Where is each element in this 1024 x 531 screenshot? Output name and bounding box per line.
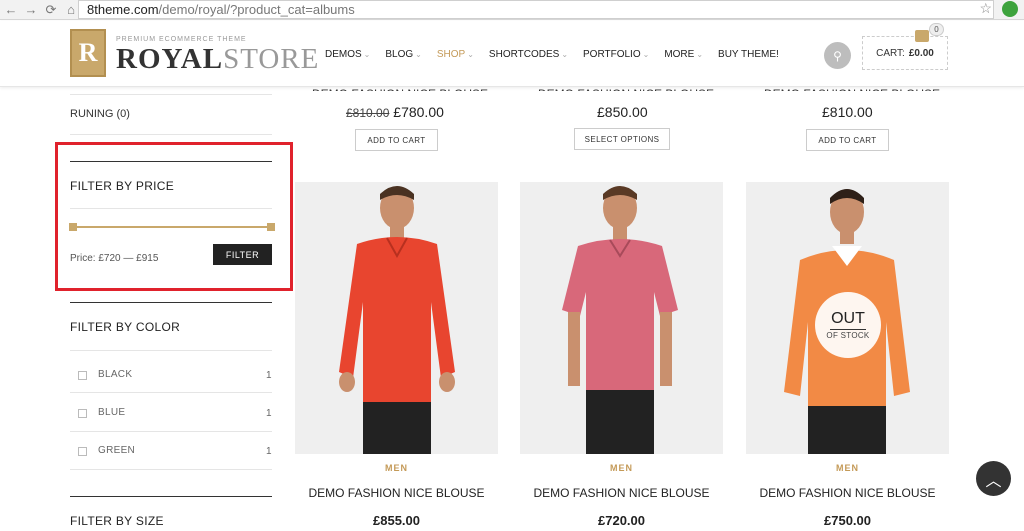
main-menu: DEMOS ⌄ BLOG ⌄ SHOP ⌄ SHORTCODES ⌄ PORTFOLIO…	[325, 49, 794, 60]
product-name[interactable]: DEMO FASHION NICE BLOUSE	[295, 486, 498, 500]
filter-color-title: FILTER BY COLOR	[70, 320, 181, 334]
highlight-box	[55, 142, 293, 291]
color-checkbox-black[interactable]	[78, 371, 87, 380]
extension-icon[interactable]	[1002, 1, 1018, 17]
menu-item-buy-theme[interactable]: BUY THEME!	[718, 49, 779, 60]
menu-item-more[interactable]: MORE ⌄	[664, 49, 703, 60]
category-running[interactable]: RUNING (0)	[70, 108, 130, 120]
divider	[70, 431, 272, 432]
divider	[70, 392, 272, 393]
menu-item-shortcodes[interactable]: SHORTCODES ⌄	[489, 49, 568, 60]
divider	[70, 350, 272, 351]
menu-item-blog[interactable]: BLOG ⌄	[385, 49, 422, 60]
add-to-cart-button[interactable]: ADD TO CART	[806, 129, 889, 151]
product-price: £720.00	[598, 513, 645, 528]
color-count: 1	[266, 446, 272, 457]
logo-letter: R	[78, 38, 98, 67]
product-name[interactable]: DEMO FASHION NICE BLOUSE	[746, 486, 949, 500]
menu-item-portfolio[interactable]: PORTFOLIO ⌄	[583, 49, 649, 60]
forward-arrow-icon[interactable]: →	[22, 1, 40, 19]
product-category[interactable]: MEN	[746, 463, 949, 473]
chevron-down-icon: ⌄	[363, 50, 371, 59]
product-image[interactable]	[520, 182, 723, 454]
product-price: £850.00	[597, 104, 648, 120]
bookmark-star-icon[interactable]: ☆	[979, 0, 992, 17]
chevron-down-icon: ⌄	[415, 50, 422, 59]
product-price: £810.00 £780.00	[346, 104, 444, 120]
browser-toolbar: ← → ⟳ ⌂ 8theme.com/demo/royal/?product_c…	[0, 0, 1024, 20]
product-title-cut[interactable]: DEMO FASHION NICE BLOUSE	[312, 87, 488, 91]
divider	[70, 134, 272, 135]
logo-store: STORE	[223, 43, 320, 75]
product-price: £810.00	[822, 104, 873, 120]
widget-rule	[70, 302, 272, 303]
product-category[interactable]: MEN	[295, 463, 498, 473]
back-arrow-icon[interactable]: ←	[2, 1, 20, 19]
cart-label: CART:	[876, 47, 905, 59]
reload-icon[interactable]: ⟳	[42, 1, 60, 19]
color-label[interactable]: BLUE	[98, 407, 125, 418]
product-title-cut[interactable]: DEMO FASHION NICE BLOUSE	[764, 87, 940, 91]
out-label: OUT	[831, 310, 865, 327]
cart-button[interactable]: CART: £0.00	[862, 36, 948, 70]
old-price: £810.00	[346, 106, 390, 120]
logo-royal: ROYAL	[116, 43, 224, 75]
product-category[interactable]: MEN	[520, 463, 723, 473]
chevron-down-icon: ⌄	[467, 50, 474, 59]
divider	[70, 469, 272, 470]
sale-price: £780.00	[393, 104, 444, 120]
cart-count-badge: 0	[929, 23, 944, 36]
product-price: £750.00	[824, 513, 871, 528]
color-checkbox-blue[interactable]	[78, 409, 87, 418]
chevron-down-icon: ⌄	[642, 50, 650, 59]
logo-wordmark[interactable]: ROYALSTORE	[116, 43, 319, 76]
menu-item-demos[interactable]: DEMOS ⌄	[325, 49, 370, 60]
select-options-button[interactable]: SELECT OPTIONS	[574, 128, 670, 150]
color-count: 1	[266, 370, 272, 381]
search-icon[interactable]: ⚲	[824, 42, 851, 69]
add-to-cart-button[interactable]: ADD TO CART	[355, 129, 438, 151]
stock-label: OF STOCK	[826, 331, 870, 340]
product-name[interactable]: DEMO FASHION NICE BLOUSE	[520, 486, 723, 500]
filter-size-title: FILTER BY SIZE	[70, 514, 164, 528]
scroll-to-top-chevron-up-icon[interactable]: ︿	[976, 461, 1011, 496]
product-image[interactable]	[295, 182, 498, 454]
url-path: /demo/royal/?product_cat=albums	[158, 2, 355, 17]
divider	[70, 94, 272, 95]
color-label[interactable]: BLACK	[98, 369, 132, 380]
product-price: £855.00	[373, 513, 420, 528]
widget-rule	[70, 496, 272, 497]
color-count: 1	[266, 408, 272, 419]
shopping-bag-icon[interactable]	[915, 30, 929, 42]
model-pink-shirt	[520, 182, 723, 454]
badge-rule	[830, 329, 866, 330]
url-host: 8theme.com	[87, 2, 159, 17]
model-red-shirt	[295, 182, 498, 454]
out-of-stock-badge: OUT OF STOCK	[815, 292, 881, 358]
cart-total: £0.00	[908, 47, 934, 59]
site-header: R PREMIUM ECOMMERCE THEME ROYALSTORE DEM…	[0, 21, 1024, 87]
logo-tagline: PREMIUM ECOMMERCE THEME	[116, 36, 247, 43]
chevron-down-icon: ⌄	[696, 50, 704, 59]
chevron-down-icon: ⌄	[561, 50, 569, 59]
address-bar[interactable]: 8theme.com/demo/royal/?product_cat=album…	[78, 0, 994, 19]
color-label[interactable]: GREEN	[98, 445, 135, 456]
product-title-cut[interactable]: DEMO FASHION NICE BLOUSE	[538, 87, 714, 91]
color-checkbox-green[interactable]	[78, 447, 87, 456]
menu-item-shop[interactable]: SHOP ⌄	[437, 49, 474, 60]
logo-mark[interactable]: R	[70, 29, 106, 77]
